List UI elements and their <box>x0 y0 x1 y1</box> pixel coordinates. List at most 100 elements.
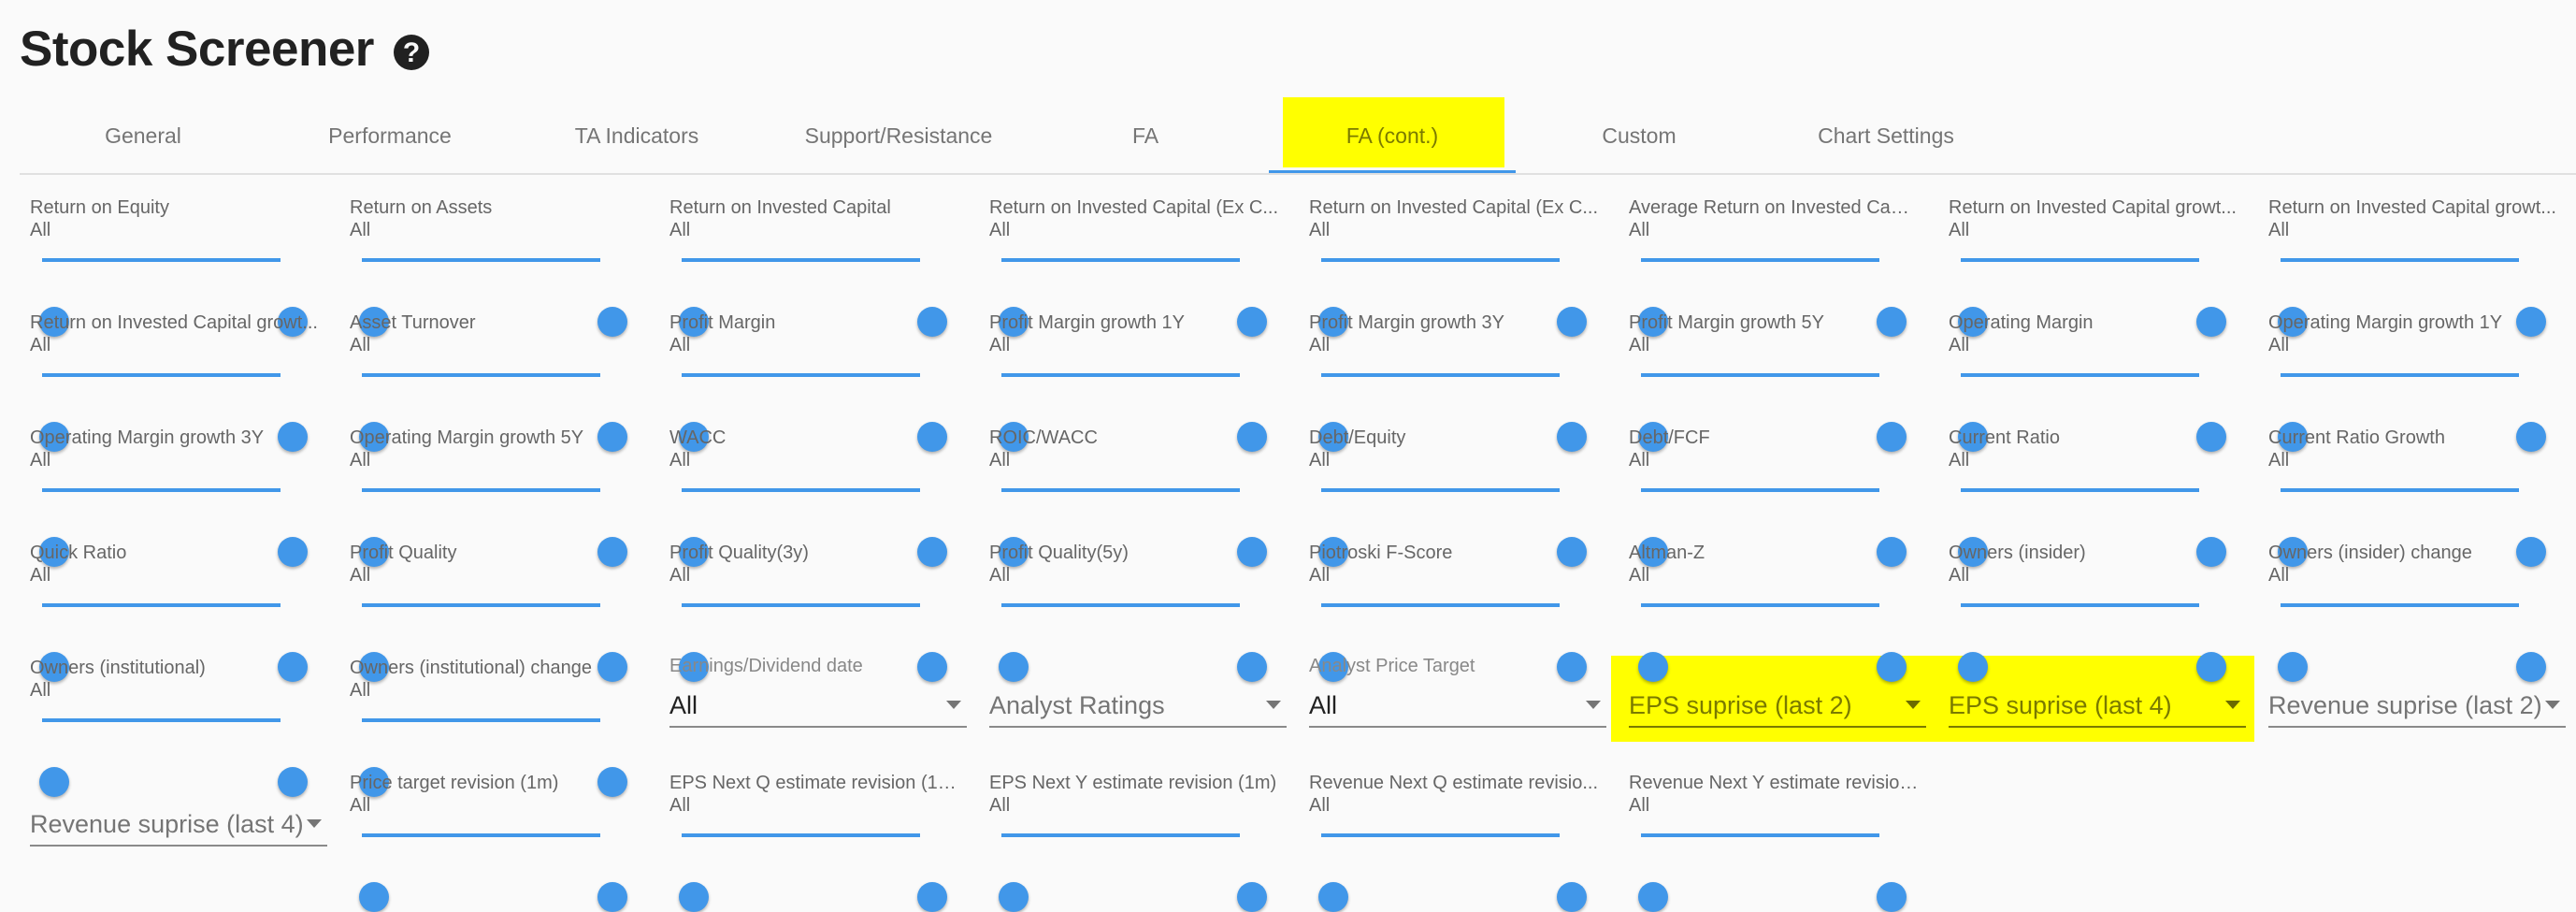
slider-track[interactable] <box>999 488 1267 567</box>
slider-track[interactable] <box>359 833 627 912</box>
tab-ta-indicators[interactable]: TA Indicators <box>513 97 760 170</box>
slider-track[interactable] <box>39 258 308 337</box>
slider-track[interactable] <box>1958 373 2226 452</box>
dropdown-arrow-icon[interactable] <box>2545 701 2560 709</box>
tab-general[interactable]: General <box>20 97 266 170</box>
slider-track[interactable] <box>679 488 947 567</box>
range-filter: Return on Invested Capital (Ex C... All <box>989 196 1288 337</box>
slider-track[interactable] <box>1638 258 1907 337</box>
dropdown-arrow-icon[interactable] <box>307 819 322 828</box>
slider-max-thumb[interactable] <box>1877 882 1907 912</box>
slider-track[interactable] <box>359 603 627 682</box>
slider-track[interactable] <box>1638 373 1907 452</box>
slider-track[interactable] <box>359 373 627 452</box>
slider-track[interactable] <box>2278 488 2546 567</box>
slider-track[interactable] <box>999 258 1267 337</box>
range-filter: Return on Equity All <box>30 196 329 337</box>
range-filter: Revenue Next Y estimate revision... All <box>1629 772 1928 912</box>
select-dropdown[interactable]: EPS suprise (last 4) <box>1949 683 2246 728</box>
slider-track[interactable] <box>999 603 1267 682</box>
slider-min-thumb[interactable] <box>1638 882 1668 912</box>
slider-track[interactable] <box>39 603 308 682</box>
filter-label: Return on Invested Capital growt... <box>30 312 318 333</box>
slider-min-thumb[interactable] <box>999 882 1029 912</box>
select-label: Earnings/Dividend date <box>669 656 863 676</box>
slider-track[interactable] <box>1638 603 1907 682</box>
slider-track[interactable] <box>1318 373 1587 452</box>
dropdown-arrow-icon[interactable] <box>1586 701 1601 709</box>
filter-value: All <box>1949 565 1970 586</box>
slider-track[interactable] <box>2278 603 2546 682</box>
slider-max-thumb[interactable] <box>1237 882 1267 912</box>
range-filter: Profit Quality All <box>350 542 649 682</box>
slider-track[interactable] <box>1318 488 1587 567</box>
filter-label: Debt/Equity <box>1309 427 1406 448</box>
slider-track[interactable] <box>679 258 947 337</box>
slider-track[interactable] <box>1958 488 2226 567</box>
slider-track[interactable] <box>1318 603 1587 682</box>
slider-track[interactable] <box>999 373 1267 452</box>
select-dropdown[interactable]: Revenue suprise (last 2) <box>2268 683 2566 728</box>
filter-label: EPS Next Q estimate revision (1m) <box>669 773 959 793</box>
slider-track[interactable] <box>679 833 947 912</box>
slider-track[interactable] <box>359 258 627 337</box>
dropdown-arrow-icon[interactable] <box>1266 701 1281 709</box>
select-dropdown[interactable]: EPS suprise (last 2) <box>1629 683 1926 728</box>
dropdown-arrow-icon[interactable] <box>946 701 961 709</box>
select-dropdown[interactable]: Revenue suprise (last 4) <box>30 802 327 847</box>
select-dropdown[interactable]: All <box>1309 683 1606 728</box>
range-filter: Owners (institutional) change All <box>350 657 649 797</box>
tab-label: FA (cont.) <box>1346 123 1439 148</box>
range-filter: WACC All <box>669 427 969 567</box>
filter-value: All <box>669 565 691 586</box>
slider-track[interactable] <box>359 488 627 567</box>
tab-support-resistance[interactable]: Support/Resistance <box>775 97 1022 170</box>
slider-track[interactable] <box>359 718 627 797</box>
slider-track[interactable] <box>679 373 947 452</box>
tab-performance[interactable]: Performance <box>266 97 513 170</box>
slider-track[interactable] <box>1958 603 2226 682</box>
select-dropdown[interactable]: Analyst Ratings <box>989 683 1287 728</box>
slider-track[interactable] <box>1318 258 1587 337</box>
tab-fa[interactable]: FA <box>1022 97 1269 170</box>
select-label: Analyst Price Target <box>1309 656 1475 676</box>
slider-track[interactable] <box>1958 258 2226 337</box>
slider-track[interactable] <box>39 373 308 452</box>
slider-track[interactable] <box>999 833 1267 912</box>
dropdown-arrow-icon[interactable] <box>1906 701 1921 709</box>
slider-track[interactable] <box>39 488 308 567</box>
slider-max-thumb[interactable] <box>1557 882 1587 912</box>
filter-label: Return on Assets <box>350 197 493 218</box>
dropdown-arrow-icon[interactable] <box>2225 701 2240 709</box>
slider-track[interactable] <box>1318 833 1587 912</box>
filter-value: All <box>669 220 691 240</box>
filter-label: Profit Quality(5y) <box>989 543 1129 563</box>
tab-chart-settings[interactable]: Chart Settings <box>1763 97 2009 170</box>
filter-label: Return on Equity <box>30 197 169 218</box>
slider-track[interactable] <box>1638 488 1907 567</box>
tab-custom[interactable]: Custom <box>1516 97 1763 170</box>
slider-track[interactable] <box>1638 833 1907 912</box>
range-filter: Current Ratio All <box>1949 427 2248 567</box>
tab-fa-cont[interactable]: FA (cont.) <box>1269 97 1516 170</box>
slider-min-thumb[interactable] <box>1318 882 1348 912</box>
filter-label: Revenue Next Y estimate revision... <box>1629 773 1919 793</box>
slider-track[interactable] <box>39 718 308 797</box>
range-filter: Average Return on Invested Capit... All <box>1629 196 1928 337</box>
slider-max-thumb[interactable] <box>597 882 627 912</box>
page-title-text: Stock Screener <box>20 22 374 77</box>
slider-track[interactable] <box>2278 373 2546 452</box>
select-dropdown[interactable]: All <box>669 683 967 728</box>
filter-label: Profit Margin growth 1Y <box>989 312 1185 333</box>
slider-max-thumb[interactable] <box>917 882 947 912</box>
filter-label: Owners (institutional) <box>30 658 206 678</box>
filter-value: All <box>669 450 691 470</box>
slider-min-thumb[interactable] <box>359 882 389 912</box>
filter-label: Altman-Z <box>1629 543 1705 563</box>
slider-track[interactable] <box>2278 258 2546 337</box>
slider-track[interactable] <box>679 603 947 682</box>
filter-value: All <box>350 450 371 470</box>
slider-min-thumb[interactable] <box>679 882 709 912</box>
range-filter: Owners (insider) change All <box>2268 542 2568 682</box>
question-circle-icon[interactable]: ? <box>394 35 429 70</box>
